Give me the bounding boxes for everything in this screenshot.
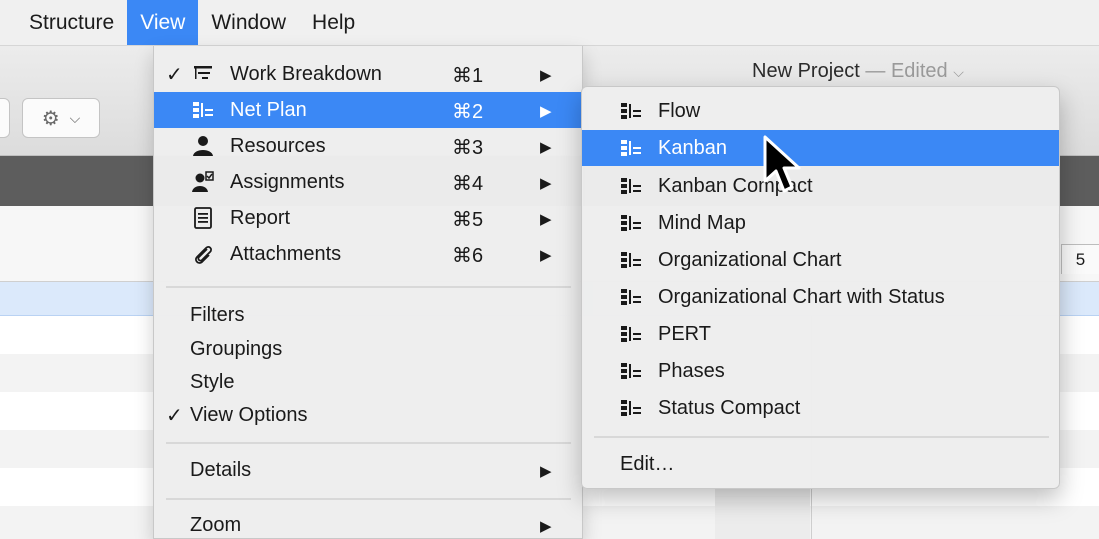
menu-item-label: Resources: [230, 135, 326, 157]
submenu-item-kanban-compact[interactable]: Kanban Compact: [582, 168, 1059, 204]
submenu-arrow-icon: ▶: [540, 211, 552, 228]
submenu-item-label: Phases: [658, 360, 725, 382]
chevron-down-icon[interactable]: ⌵: [953, 64, 964, 80]
menu-item-label: Details: [190, 459, 252, 481]
menu-window[interactable]: Window: [198, 0, 299, 45]
submenu-item-phases[interactable]: Phases: [582, 353, 1059, 389]
submenu-arrow-icon: ▶: [540, 103, 552, 120]
net-plan-icon: [621, 140, 641, 156]
menu-item-label: View Options: [190, 404, 308, 426]
menu-item-assignments[interactable]: Assignments ⌘4 ▶: [154, 164, 582, 200]
menu-item-label: Work Breakdown: [230, 63, 382, 85]
net-plan-icon: [621, 363, 641, 379]
submenu-item-label: Status Compact: [658, 397, 801, 419]
submenu-arrow-icon: ▶: [540, 175, 552, 192]
menu-item-view-options[interactable]: ✓ View Options: [154, 397, 582, 433]
window-title: New Project — Edited ⌵: [752, 60, 964, 82]
menu-item-label: Filters: [190, 304, 245, 326]
menu-item-label: Report: [230, 207, 291, 229]
menu-item-label: Attachments: [230, 243, 342, 265]
menu-item-label: Style: [190, 371, 235, 393]
submenu-item-flow[interactable]: Flow: [582, 93, 1059, 129]
menu-item-label: Assignments: [230, 171, 345, 193]
menu-separator: [166, 498, 571, 500]
submenu-item-label: Organizational Chart with Status: [658, 286, 945, 308]
menu-separator: [594, 436, 1049, 438]
menu-item-zoom[interactable]: Zoom ▶: [154, 507, 582, 539]
menu-item-resources[interactable]: Resources ⌘3 ▶: [154, 128, 582, 164]
menu-separator: [166, 286, 571, 288]
submenu-item-status-compact[interactable]: Status Compact: [582, 390, 1059, 426]
submenu-item-kanban[interactable]: Kanban: [582, 130, 1059, 166]
shortcut-label: ⌘1: [452, 65, 484, 87]
net-plan-submenu: Flow Kanban Kanban Compact Mind Map Orga…: [581, 86, 1060, 489]
net-plan-icon: [621, 400, 641, 416]
submenu-arrow-icon: ▶: [540, 139, 552, 156]
action-menu-button[interactable]: ⚙ ⌵: [22, 98, 100, 138]
menu-help[interactable]: Help: [299, 0, 368, 45]
submenu-arrow-icon: ▶: [540, 67, 552, 84]
shortcut-label: ⌘5: [452, 209, 484, 231]
net-plan-icon: [621, 289, 641, 305]
net-plan-icon: [621, 103, 641, 119]
mouse-pointer-icon: [763, 135, 801, 193]
chevron-down-icon: ⌵: [69, 109, 81, 126]
menu-item-attachments[interactable]: Attachments ⌘6 ▶: [154, 236, 582, 272]
submenu-arrow-icon: ▶: [540, 463, 552, 480]
menu-bar: Structure View Window Help: [0, 0, 1099, 46]
shortcut-label: ⌘2: [452, 101, 484, 123]
submenu-item-label: Organizational Chart: [658, 249, 842, 271]
gear-icon: ⚙: [41, 107, 60, 130]
shortcut-label: ⌘6: [452, 245, 484, 267]
menu-item-label: Groupings: [190, 338, 283, 360]
submenu-item-label: PERT: [658, 323, 711, 345]
checkmark-icon: ✓: [166, 64, 183, 86]
submenu-item-label: Kanban: [658, 137, 727, 159]
assignments-icon: [192, 171, 214, 192]
submenu-arrow-icon: ▶: [540, 247, 552, 264]
menu-view[interactable]: View: [127, 0, 199, 45]
menu-item-net-plan[interactable]: Net Plan ⌘2 ▶: [154, 92, 582, 128]
menu-item-work-breakdown[interactable]: ✓ Work Breakdown ⌘1 ▶: [154, 56, 582, 92]
submenu-item-organizational-chart[interactable]: Organizational Chart: [582, 242, 1059, 278]
toolbar-button[interactable]: [0, 98, 10, 138]
net-plan-icon: [193, 102, 213, 118]
net-plan-icon: [621, 178, 641, 194]
document-title: New Project: [752, 60, 860, 82]
submenu-item-label: Flow: [658, 100, 701, 122]
checkmark-icon: ✓: [166, 405, 183, 427]
menu-item-report[interactable]: Report ⌘5 ▶: [154, 200, 582, 236]
menu-item-groupings[interactable]: Groupings: [154, 331, 582, 367]
shortcut-label: ⌘3: [452, 137, 484, 159]
submenu-item-label: Edit…: [620, 453, 675, 475]
view-menu: ✓ Work Breakdown ⌘1 ▶ Net Plan ⌘2 ▶ Reso…: [153, 46, 583, 539]
attachments-icon: [195, 246, 212, 264]
menu-item-style[interactable]: Style: [154, 364, 582, 400]
resources-icon: [193, 136, 213, 156]
net-plan-icon: [621, 252, 641, 268]
menu-structure[interactable]: Structure: [16, 0, 127, 45]
submenu-item-pert[interactable]: PERT: [582, 316, 1059, 352]
menu-item-filters[interactable]: Filters: [154, 297, 582, 333]
menu-item-details[interactable]: Details ▶: [154, 452, 582, 488]
document-status[interactable]: Edited: [891, 60, 948, 82]
work-breakdown-icon: [194, 66, 212, 79]
shortcut-label: ⌘4: [452, 173, 484, 195]
submenu-arrow-icon: ▶: [540, 518, 552, 535]
report-icon: [194, 207, 212, 229]
net-plan-icon: [621, 215, 641, 231]
timeline-column-label: 5: [1061, 244, 1099, 274]
menu-separator: [166, 442, 571, 444]
submenu-item-label: Mind Map: [658, 212, 746, 234]
net-plan-icon: [621, 326, 641, 342]
submenu-item-organizational-chart-with-status[interactable]: Organizational Chart with Status: [582, 279, 1059, 315]
menu-item-label: Net Plan: [230, 99, 307, 121]
menu-item-label: Zoom: [190, 514, 242, 536]
submenu-item-mind-map[interactable]: Mind Map: [582, 205, 1059, 241]
submenu-item-edit[interactable]: Edit…: [582, 446, 1059, 482]
